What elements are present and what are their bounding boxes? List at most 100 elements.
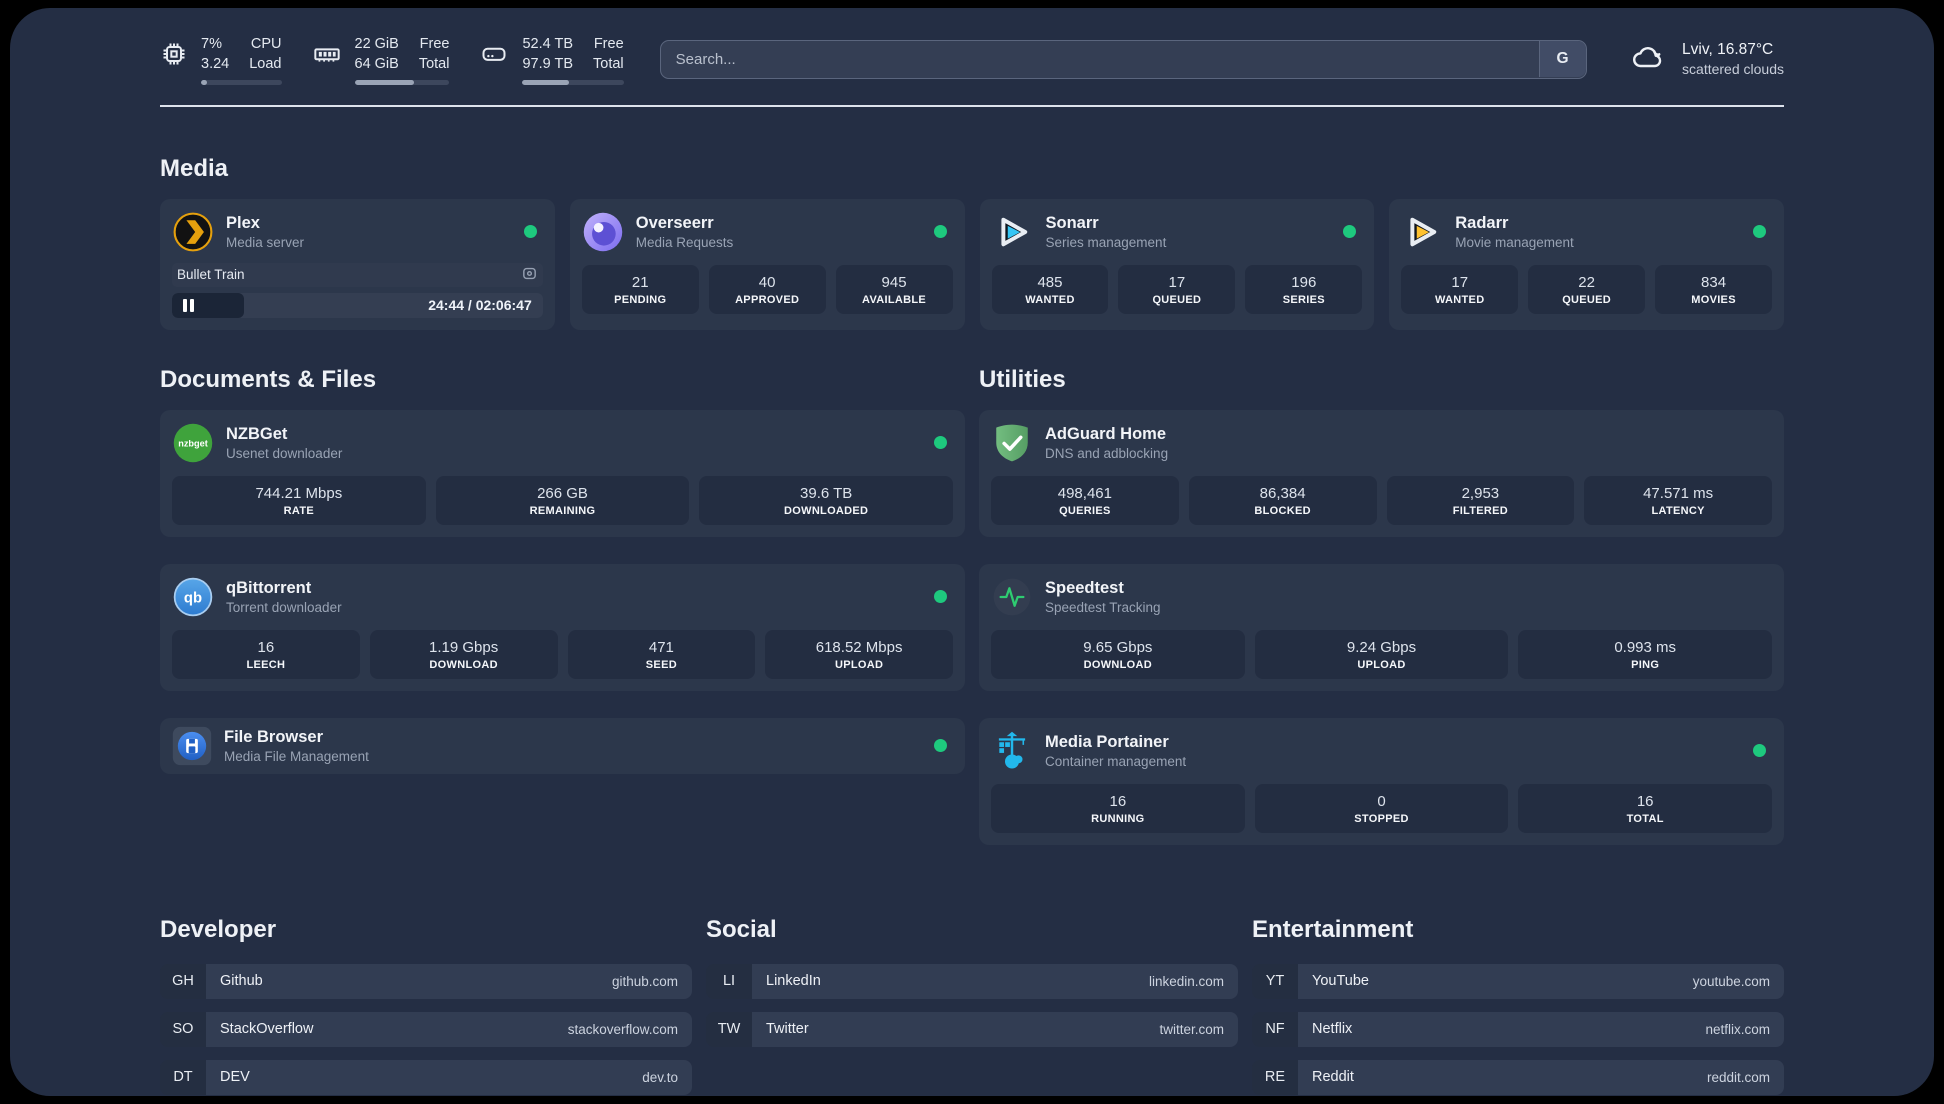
search-provider-button[interactable]: G (1538, 41, 1586, 78)
service-title: File Browser (224, 727, 324, 746)
cpu-progress-bar (201, 79, 282, 85)
stat-filtered: 2,953 FILTERED (1386, 475, 1575, 525)
weather-location-temp: Lviv, 16.87°C (1682, 41, 1774, 59)
status-dot (934, 436, 947, 450)
stat-ping: 0.993 ms PING (1518, 629, 1773, 679)
service-subtitle: Usenet downloader (226, 445, 343, 461)
bookmark-name: StackOverflow (220, 1021, 314, 1038)
disk-total-value: 97.9 TB (522, 56, 574, 73)
status-dot (1343, 225, 1357, 239)
bookmark-stackoverflow[interactable]: SO StackOverflow stackoverflow.com (160, 1011, 692, 1047)
bookmark-name: LinkedIn (766, 973, 821, 990)
status-dot (523, 225, 537, 239)
stat-leech: 16 LEECH (172, 629, 360, 679)
service-title: Speedtest (1045, 578, 1124, 597)
section-title-documents: Documents & Files (160, 365, 377, 393)
stat-downloaded: 39.6 TB DOWNLOADED (699, 475, 954, 525)
bookmark-name: Reddit (1312, 1069, 1354, 1086)
service-title: AdGuard Home (1045, 424, 1167, 443)
header-divider (160, 104, 1784, 107)
service-subtitle: Movie management (1455, 234, 1574, 250)
stat-remaining: 266 GB REMAINING (435, 475, 690, 525)
memory-free-value: 22 GiB (354, 36, 399, 52)
sonarr-icon (992, 211, 1034, 253)
bookmarks-social: Social LI LinkedIn linkedin.com TW Twitt… (706, 916, 1238, 1096)
service-card-portainer[interactable]: Media Portainer Container management 16 … (979, 717, 1784, 845)
stat-upload: 9.24 Gbps UPLOAD (1254, 629, 1509, 679)
bookmark-linkedin[interactable]: LI LinkedIn linkedin.com (706, 963, 1238, 999)
bookmark-abbr: LI (706, 963, 752, 999)
stat-queued: 22 QUEUED (1528, 264, 1646, 314)
section-title-utilities: Utilities (979, 365, 1066, 393)
stat-available: 945 AVAILABLE (835, 264, 953, 314)
plex-icon (172, 211, 214, 253)
service-card-filebrowser[interactable]: File Browser Media File Management (160, 717, 965, 774)
bookmark-name: DEV (220, 1069, 250, 1086)
search-input[interactable] (659, 39, 1588, 79)
service-title: qBittorrent (226, 578, 312, 597)
cpu-icon (160, 40, 188, 73)
service-card-sonarr[interactable]: Sonarr Series management 485 WANTED 17 Q… (979, 198, 1375, 330)
service-title: Overseerr (635, 213, 714, 232)
bookmark-github[interactable]: GH Github github.com (160, 963, 692, 999)
cpu-usage-label: CPU (250, 36, 282, 52)
service-card-overseerr[interactable]: Overseerr Media Requests 21 PENDING 40 A… (569, 198, 965, 330)
qbittorrent-icon: qb (172, 576, 214, 618)
bookmark-netflix[interactable]: NF Netflix netflix.com (1252, 1011, 1784, 1047)
section-title-developer: Developer (160, 915, 277, 943)
bookmark-twitter[interactable]: TW Twitter twitter.com (706, 1011, 1238, 1047)
service-title: Plex (226, 213, 260, 232)
bookmark-abbr: DT (160, 1059, 206, 1095)
now-playing-title: Bullet Train (177, 267, 245, 283)
bookmark-abbr: TW (706, 1011, 752, 1047)
portainer-crane-icon (991, 730, 1033, 772)
memory-free-label: Free (419, 36, 450, 52)
bookmark-youtube[interactable]: YT YouTube youtube.com (1252, 963, 1784, 999)
stat-seed: 471 SEED (567, 629, 756, 679)
memory-icon (312, 40, 342, 73)
service-card-qbittorrent[interactable]: qb qBittorrent Torrent downloader 16 LEE… (160, 563, 965, 691)
service-subtitle: Series management (1045, 234, 1167, 250)
search-bar: G (659, 39, 1588, 79)
bookmark-reddit[interactable]: RE Reddit reddit.com (1252, 1059, 1784, 1095)
memory-stat-widget: 22 GiB 64 GiB Free Total (312, 34, 450, 85)
service-card-nzbget[interactable]: nzbget NZBGet Usenet downloader 744.21 M… (160, 409, 965, 537)
bookmark-url: github.com (611, 973, 678, 989)
stat-latency: 47.571 ms LATENCY (1584, 475, 1772, 525)
bookmark-dev[interactable]: DT DEV dev.to (160, 1059, 692, 1095)
stat-queries: 498,461 QUERIES (991, 475, 1179, 525)
disk-free-label: Free (593, 36, 624, 52)
playback-progress-bar: 24:44 / 02:06:47 (172, 292, 543, 318)
service-title: Media Portainer (1045, 732, 1169, 751)
stat-total: 16 TOTAL (1518, 783, 1773, 833)
cast-icon (521, 265, 538, 285)
service-subtitle: Container management (1045, 753, 1187, 769)
media-grid: Plex Media server Bullet Train 24:44 / 0… (160, 198, 1784, 330)
bookmark-abbr: RE (1252, 1059, 1298, 1095)
section-title-media: Media (160, 154, 229, 182)
stat-upload: 618.52 Mbps UPLOAD (765, 629, 953, 679)
service-subtitle: Speedtest Tracking (1045, 599, 1161, 615)
service-card-speedtest[interactable]: Speedtest Speedtest Tracking 9.65 Gbps D… (979, 563, 1784, 691)
status-dot (934, 590, 947, 604)
bookmark-url: reddit.com (1706, 1069, 1770, 1085)
disk-stat-widget: 52.4 TB 97.9 TB Free Total (479, 34, 624, 85)
svg-text:qb: qb (184, 590, 202, 606)
stat-blocked: 86,384 BLOCKED (1188, 475, 1377, 525)
stat-rate: 744.21 Mbps RATE (172, 475, 426, 525)
service-card-plex[interactable]: Plex Media server Bullet Train 24:44 / 0… (160, 198, 555, 330)
header-bar: 7% 3.24 CPU Load 22 GiB 64 GiB Free Tota… (160, 34, 1784, 85)
status-dot (934, 739, 947, 753)
disk-progress-bar (522, 79, 624, 85)
memory-total-value: 64 GiB (354, 56, 399, 73)
bookmarks-entertainment: Entertainment YT YouTube youtube.com NF … (1252, 916, 1784, 1096)
service-card-adguard[interactable]: AdGuard Home DNS and adblocking 498,461 … (979, 409, 1784, 537)
bookmark-url: netflix.com (1705, 1021, 1770, 1037)
stat-movies: 834 MOVIES (1655, 264, 1773, 314)
disk-total-label: Total (593, 56, 624, 73)
cloud-icon (1627, 39, 1669, 80)
bookmark-url: dev.to (642, 1069, 678, 1085)
service-card-radarr[interactable]: Radarr Movie management 17 WANTED 22 QUE… (1389, 198, 1784, 330)
adguard-shield-icon (991, 422, 1033, 464)
utilities-column: Utilities AdGuard Home DNS and adblockin… (979, 366, 1784, 872)
